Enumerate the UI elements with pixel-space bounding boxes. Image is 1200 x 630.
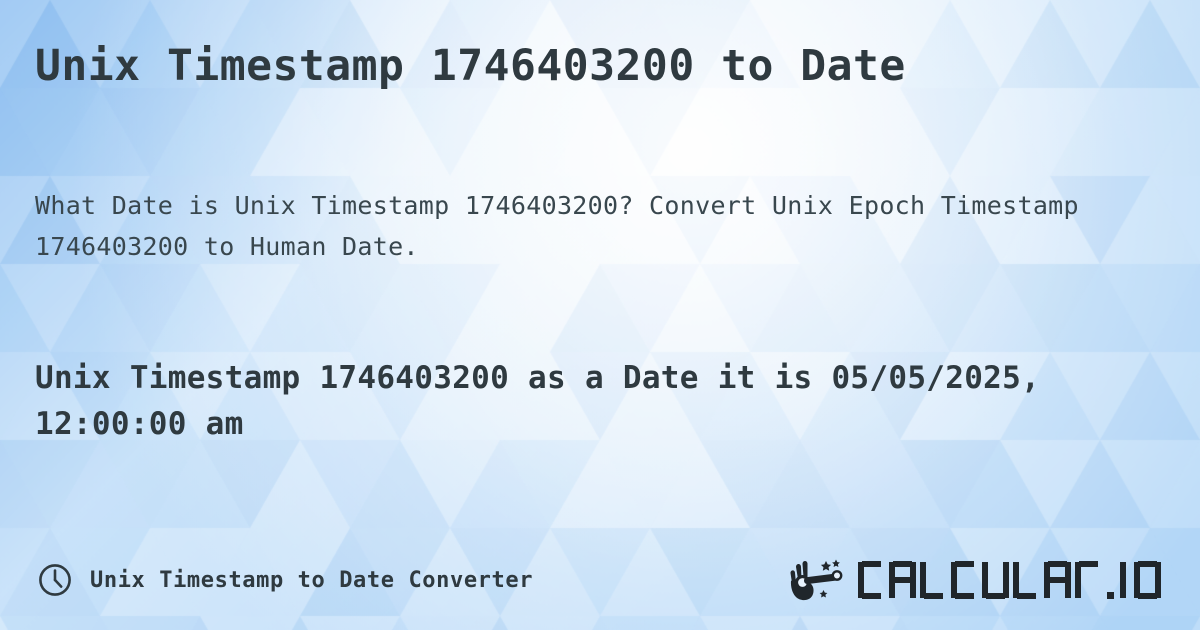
footer: Unix Timestamp to Date Converter [0,548,1200,612]
footer-label: Unix Timestamp to Date Converter [90,567,534,593]
logo-char [920,561,947,599]
logo-wordmark [858,561,1165,599]
logo-char [1075,561,1102,599]
footer-branding: Unix Timestamp to Date Converter [38,563,533,597]
clock-icon [39,564,71,596]
calculatio-logo[interactable] [788,557,1165,603]
conversion-result: Unix Timestamp 1746403200 as a Date it i… [35,360,1041,442]
page-title: Unix Timestamp 1746403200 to Date [35,41,906,91]
logo-char [858,561,885,599]
page-root: Unix Timestamp 1746403200 to Date What D… [0,0,1200,630]
logo-char [982,561,1009,599]
page-description: What Date is Unix Timestamp 1746403200? … [35,191,1079,261]
logo-char [1044,561,1071,599]
magic-wand-hand-icon [790,559,843,601]
logo-char [1106,561,1116,599]
logo-char [889,561,916,599]
logo-char [951,561,978,599]
logo-char [1013,561,1040,599]
logo-char [1120,561,1130,599]
logo-char [1134,561,1161,599]
